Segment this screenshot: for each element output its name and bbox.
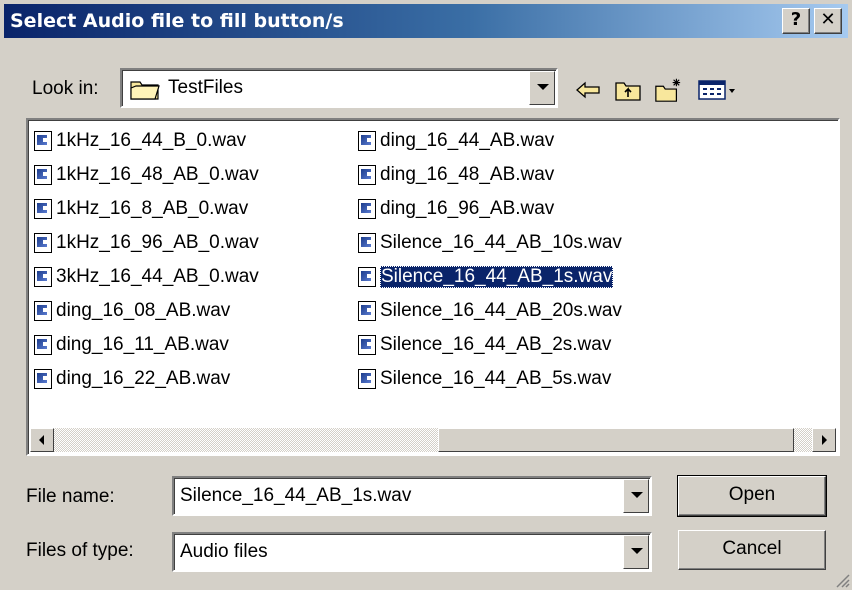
file-name-text: ding_16_22_AB.wav [56, 368, 231, 389]
file-name-text: 1kHz_16_96_AB_0.wav [56, 232, 259, 253]
file-name-text: ding_16_48_AB.wav [380, 164, 555, 185]
file-name-text: 3kHz_16_44_AB_0.wav [56, 266, 259, 287]
file-dialog: Select Audio file to fill button/s ? ✕ L… [0, 0, 852, 590]
file-item[interactable]: ding_16_96_AB.wav [358, 196, 554, 222]
view-menu-icon[interactable] [698, 76, 738, 104]
back-arrow-icon[interactable] [574, 76, 602, 104]
new-folder-icon[interactable] [654, 76, 682, 104]
chevron-down-icon[interactable] [623, 479, 649, 513]
audio-file-icon [34, 165, 52, 185]
file-type-dropdown[interactable]: Audio files [172, 532, 652, 572]
close-button[interactable]: ✕ [814, 8, 842, 34]
audio-file-icon [34, 199, 52, 219]
file-name-value: Silence_16_44_AB_1s.wav [180, 485, 412, 506]
audio-file-icon [34, 335, 52, 355]
file-name-text: Silence_16_44_AB_1s.wav [380, 266, 614, 288]
file-name-input[interactable]: Silence_16_44_AB_1s.wav [172, 476, 652, 516]
audio-file-icon [34, 369, 52, 389]
audio-file-icon [34, 267, 52, 287]
file-item[interactable]: Silence_16_44_AB_20s.wav [358, 298, 622, 324]
file-name-text: ding_16_08_AB.wav [56, 300, 231, 321]
audio-file-icon [358, 199, 376, 219]
look-in-label: Look in: [32, 78, 99, 100]
file-type-label: Files of type: [26, 540, 134, 561]
horizontal-scrollbar[interactable] [30, 428, 836, 452]
file-item[interactable]: 1kHz_16_44_B_0.wav [34, 128, 246, 154]
resize-grip-icon[interactable] [834, 572, 850, 588]
title-bar[interactable]: Select Audio file to fill button/s ? ✕ [4, 4, 848, 38]
file-name-text: ding_16_96_AB.wav [380, 198, 555, 219]
window-title: Select Audio file to fill button/s [10, 10, 344, 32]
file-item[interactable]: ding_16_22_AB.wav [34, 366, 230, 392]
audio-file-icon [358, 369, 376, 389]
file-name-label: File name: [26, 486, 115, 507]
audio-file-icon [34, 131, 52, 151]
help-button[interactable]: ? [782, 8, 810, 34]
file-name-text: ding_16_11_AB.wav [56, 334, 229, 355]
file-item[interactable]: ding_16_48_AB.wav [358, 162, 554, 188]
cancel-button[interactable]: Cancel [678, 530, 826, 570]
file-type-value: Audio files [180, 541, 268, 562]
file-name-text: Silence_16_44_AB_5s.wav [380, 368, 612, 389]
scroll-right-button[interactable] [812, 428, 836, 452]
file-item[interactable]: Silence_16_44_AB_1s.wav [358, 264, 614, 290]
file-item[interactable]: Silence_16_44_AB_10s.wav [358, 230, 622, 256]
scroll-left-button[interactable] [30, 428, 54, 452]
look-in-value: TestFiles [168, 77, 243, 98]
file-item[interactable]: ding_16_44_AB.wav [358, 128, 554, 154]
look-in-dropdown[interactable]: TestFiles [120, 68, 558, 108]
audio-file-icon [358, 267, 376, 287]
file-item[interactable]: 3kHz_16_44_AB_0.wav [34, 264, 259, 290]
file-item[interactable]: 1kHz_16_96_AB_0.wav [34, 230, 259, 256]
file-name-text: 1kHz_16_44_B_0.wav [56, 130, 247, 151]
scrollbar-thumb[interactable] [438, 428, 794, 452]
file-item[interactable]: Silence_16_44_AB_2s.wav [358, 332, 611, 358]
audio-file-icon [34, 301, 52, 321]
file-name-text: Silence_16_44_AB_20s.wav [380, 300, 622, 321]
file-name-text: Silence_16_44_AB_2s.wav [380, 334, 612, 355]
file-item[interactable]: 1kHz_16_48_AB_0.wav [34, 162, 259, 188]
audio-file-icon [34, 233, 52, 253]
file-name-text: 1kHz_16_48_AB_0.wav [56, 164, 259, 185]
up-folder-icon[interactable] [614, 76, 642, 104]
audio-file-icon [358, 335, 376, 355]
chevron-down-icon[interactable] [529, 71, 555, 105]
file-list[interactable]: 1kHz_16_44_B_0.wav 1kHz_16_48_AB_0.wav 1kH… [26, 118, 840, 456]
open-button[interactable]: Open [677, 475, 827, 517]
file-name-text: Silence_16_44_AB_10s.wav [380, 232, 622, 253]
file-name-text: 1kHz_16_8_AB_0.wav [56, 198, 249, 219]
file-name-text: ding_16_44_AB.wav [380, 130, 555, 151]
look-in-label-text: Look in: [32, 78, 99, 99]
audio-file-icon [358, 301, 376, 321]
folder-icon [130, 81, 160, 100]
audio-file-icon [358, 233, 376, 253]
file-item[interactable]: ding_16_11_AB.wav [34, 332, 229, 358]
file-item[interactable]: ding_16_08_AB.wav [34, 298, 230, 324]
audio-file-icon [358, 131, 376, 151]
chevron-down-icon[interactable] [623, 535, 649, 569]
file-item[interactable]: 1kHz_16_8_AB_0.wav [34, 196, 248, 222]
audio-file-icon [358, 165, 376, 185]
file-item[interactable]: Silence_16_44_AB_5s.wav [358, 366, 611, 392]
